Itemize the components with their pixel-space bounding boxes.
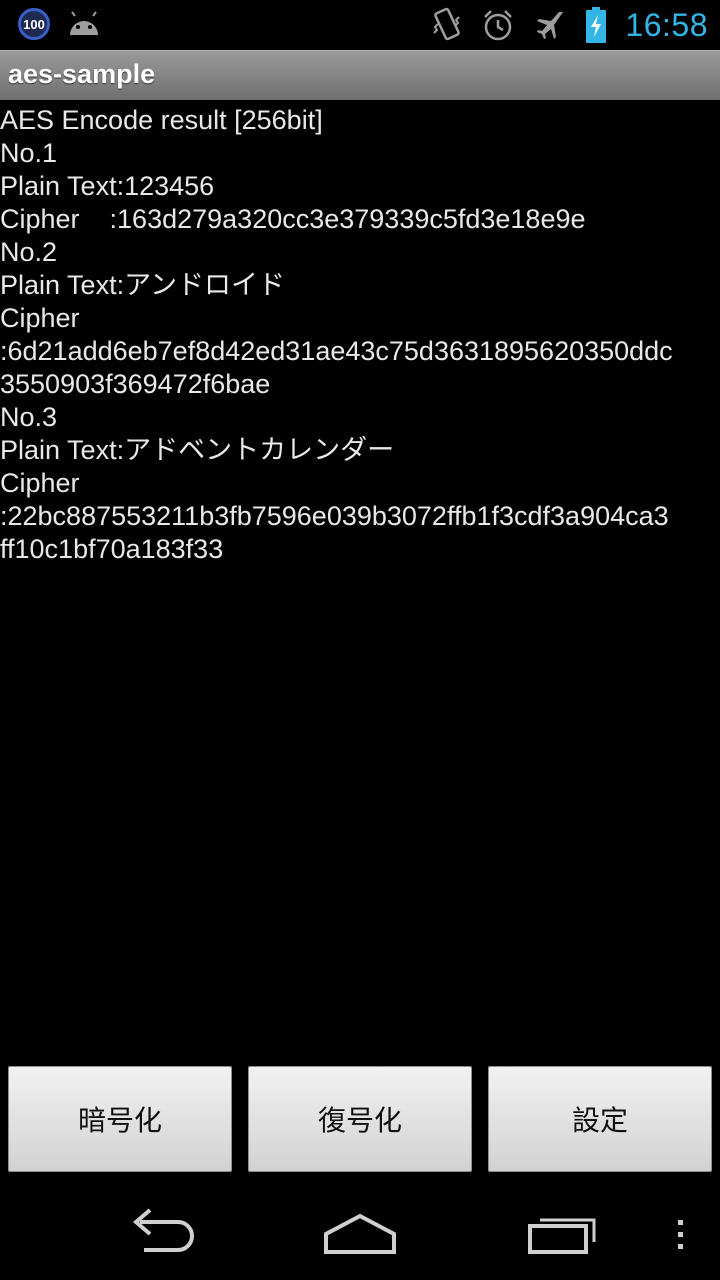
navigation-bar [0,1188,720,1280]
entry-number: No.3 [0,402,58,432]
home-icon[interactable] [318,1204,402,1264]
action-bar: aes-sample [0,50,720,100]
app-title: aes-sample [8,59,156,89]
vibrate-icon [433,7,461,41]
cipher-value-continued: 3550903f369472f6bae [0,369,271,399]
cipher-value: :22bc887553211b3fb7596e039b3072ffb1f3cdf… [0,501,669,531]
cipher-value: :6d21add6eb7ef8d42ed31ae43c75d3631895620… [0,336,673,366]
settings-button[interactable]: 設定 [488,1066,712,1172]
entry-number: No.2 [0,237,58,267]
button-row: 暗号化 復号化 設定 [8,1066,712,1172]
plain-text-line: Plain Text:アンドロイド [0,270,285,300]
result-text: AES Encode result [256bit] No.1 Plain Te… [0,104,720,566]
cipher-value-continued: ff10c1bf70a183f33 [0,534,224,564]
android-icon [70,11,98,35]
back-icon[interactable] [120,1204,200,1264]
menu-icon[interactable] [670,1204,690,1264]
encrypt-button[interactable]: 暗号化 [8,1066,232,1172]
alarm-icon [484,10,513,41]
result-heading: AES Encode result [256bit] [0,105,323,135]
status-bar-right: 16:58 [431,6,708,44]
notification-badge-icon: 100 [18,8,50,40]
decrypt-button[interactable]: 復号化 [248,1066,472,1172]
cipher-line: Cipher :163d279a320cc3e379339c5fd3e18e9e [0,204,586,234]
recent-apps-icon[interactable] [522,1204,602,1264]
status-bar: 100 16:58 [0,0,720,50]
cipher-label: Cipher [0,303,80,333]
clock: 16:58 [625,7,708,43]
plain-text-line: Plain Text:123456 [0,171,215,201]
airplane-icon [537,12,564,39]
status-bar-left: 100 [18,8,102,40]
entry-number: No.1 [0,138,58,168]
battery-charging-icon [586,7,607,43]
plain-text-line: Plain Text:アドベントカレンダー [0,435,395,465]
cipher-label: Cipher [0,468,80,498]
